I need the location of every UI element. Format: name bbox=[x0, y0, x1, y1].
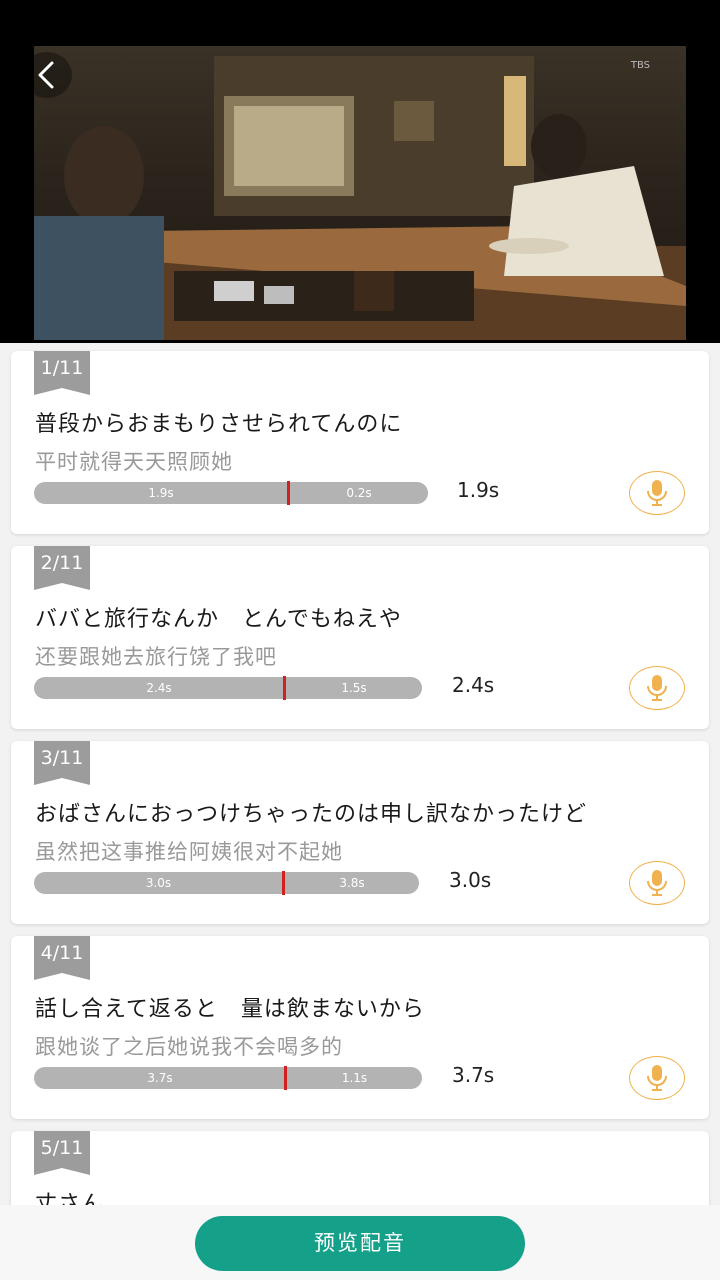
timing-bar[interactable]: 3.0s 3.8s bbox=[34, 871, 419, 895]
line-index-badge: 4/11 bbox=[34, 936, 90, 973]
timing-segment-main: 1.9s bbox=[148, 486, 174, 500]
microphone-icon bbox=[647, 1065, 667, 1091]
timing-segment-main: 3.0s bbox=[145, 876, 172, 890]
timing-segment-extra: 0.2s bbox=[346, 486, 372, 500]
duration-label: 3.7s bbox=[452, 1063, 495, 1087]
line-index-badge: 5/11 bbox=[34, 1131, 90, 1168]
chevron-left-icon bbox=[38, 61, 54, 89]
bottom-action-bar: 预览配音 bbox=[0, 1205, 720, 1280]
translation-text: 还要跟她去旅行饶了我吧 bbox=[35, 645, 277, 669]
timing-bar[interactable]: 2.4s 1.5s bbox=[34, 676, 422, 700]
translation-text: 跟她谈了之后她说我不会喝多的 bbox=[35, 1035, 343, 1059]
record-button[interactable] bbox=[629, 1056, 685, 1100]
record-button[interactable] bbox=[629, 666, 685, 710]
microphone-icon bbox=[647, 870, 667, 896]
duration-label: 1.9s bbox=[457, 478, 500, 502]
original-line-text: ババと旅行なんか とんでもねえや bbox=[35, 607, 402, 632]
dub-line-card[interactable]: 3/11 おばさんにおっつけちゃったのは申し訳なかったけど 虽然把这事推给阿姨很… bbox=[11, 741, 709, 924]
line-index-badge: 3/11 bbox=[34, 741, 90, 778]
channel-watermark: TBS bbox=[630, 60, 650, 71]
timing-segment-main: 3.7s bbox=[147, 1071, 173, 1085]
timing-segment-extra: 3.8s bbox=[339, 876, 365, 890]
back-button[interactable] bbox=[22, 52, 72, 98]
line-index-badge: 2/11 bbox=[34, 546, 90, 583]
timing-bar[interactable]: 3.7s 1.1s bbox=[34, 1066, 422, 1090]
line-index-badge: 1/11 bbox=[34, 351, 90, 388]
timing-segment-main: 2.4s bbox=[146, 681, 172, 695]
dub-line-card[interactable]: 2/11 ババと旅行なんか とんでもねえや 还要跟她去旅行饶了我吧 2.4s 1… bbox=[11, 546, 709, 729]
duration-label: 2.4s bbox=[452, 673, 495, 697]
video-frame: TBS bbox=[34, 46, 686, 340]
record-button[interactable] bbox=[629, 471, 685, 515]
translation-text: 虽然把这事推给阿姨很对不起她 bbox=[35, 840, 343, 864]
timing-bar[interactable]: 1.9s 0.2s bbox=[34, 481, 428, 505]
microphone-icon bbox=[647, 675, 667, 701]
dub-line-card[interactable]: 1/11 普段からおまもりさせられてんのに 平时就得天天照顾她 1.9s 0.2… bbox=[11, 351, 709, 534]
original-line-text: 普段からおまもりさせられてんのに bbox=[35, 412, 403, 437]
timing-segment-extra: 1.1s bbox=[341, 1071, 368, 1085]
duration-label: 3.0s bbox=[449, 868, 492, 892]
timing-segment-extra: 1.5s bbox=[341, 681, 367, 695]
video-player[interactable]: TBS bbox=[0, 0, 720, 343]
original-line-text: 話し合えて返ると 量は飲まないから bbox=[35, 997, 425, 1022]
original-line-text: おばさんにおっつけちゃったのは申し訳なかったけど bbox=[35, 802, 588, 827]
microphone-icon bbox=[647, 480, 667, 506]
translation-text: 平时就得天天照顾她 bbox=[35, 450, 233, 474]
record-button[interactable] bbox=[629, 861, 685, 905]
preview-dubbing-button[interactable]: 预览配音 bbox=[195, 1216, 525, 1271]
dub-line-card[interactable]: 4/11 話し合えて返ると 量は飲まないから 跟她谈了之后她说我不会喝多的 3.… bbox=[11, 936, 709, 1119]
dub-line-list[interactable]: 1/11 普段からおまもりさせられてんのに 平时就得天天照顾她 1.9s 0.2… bbox=[0, 343, 720, 1280]
